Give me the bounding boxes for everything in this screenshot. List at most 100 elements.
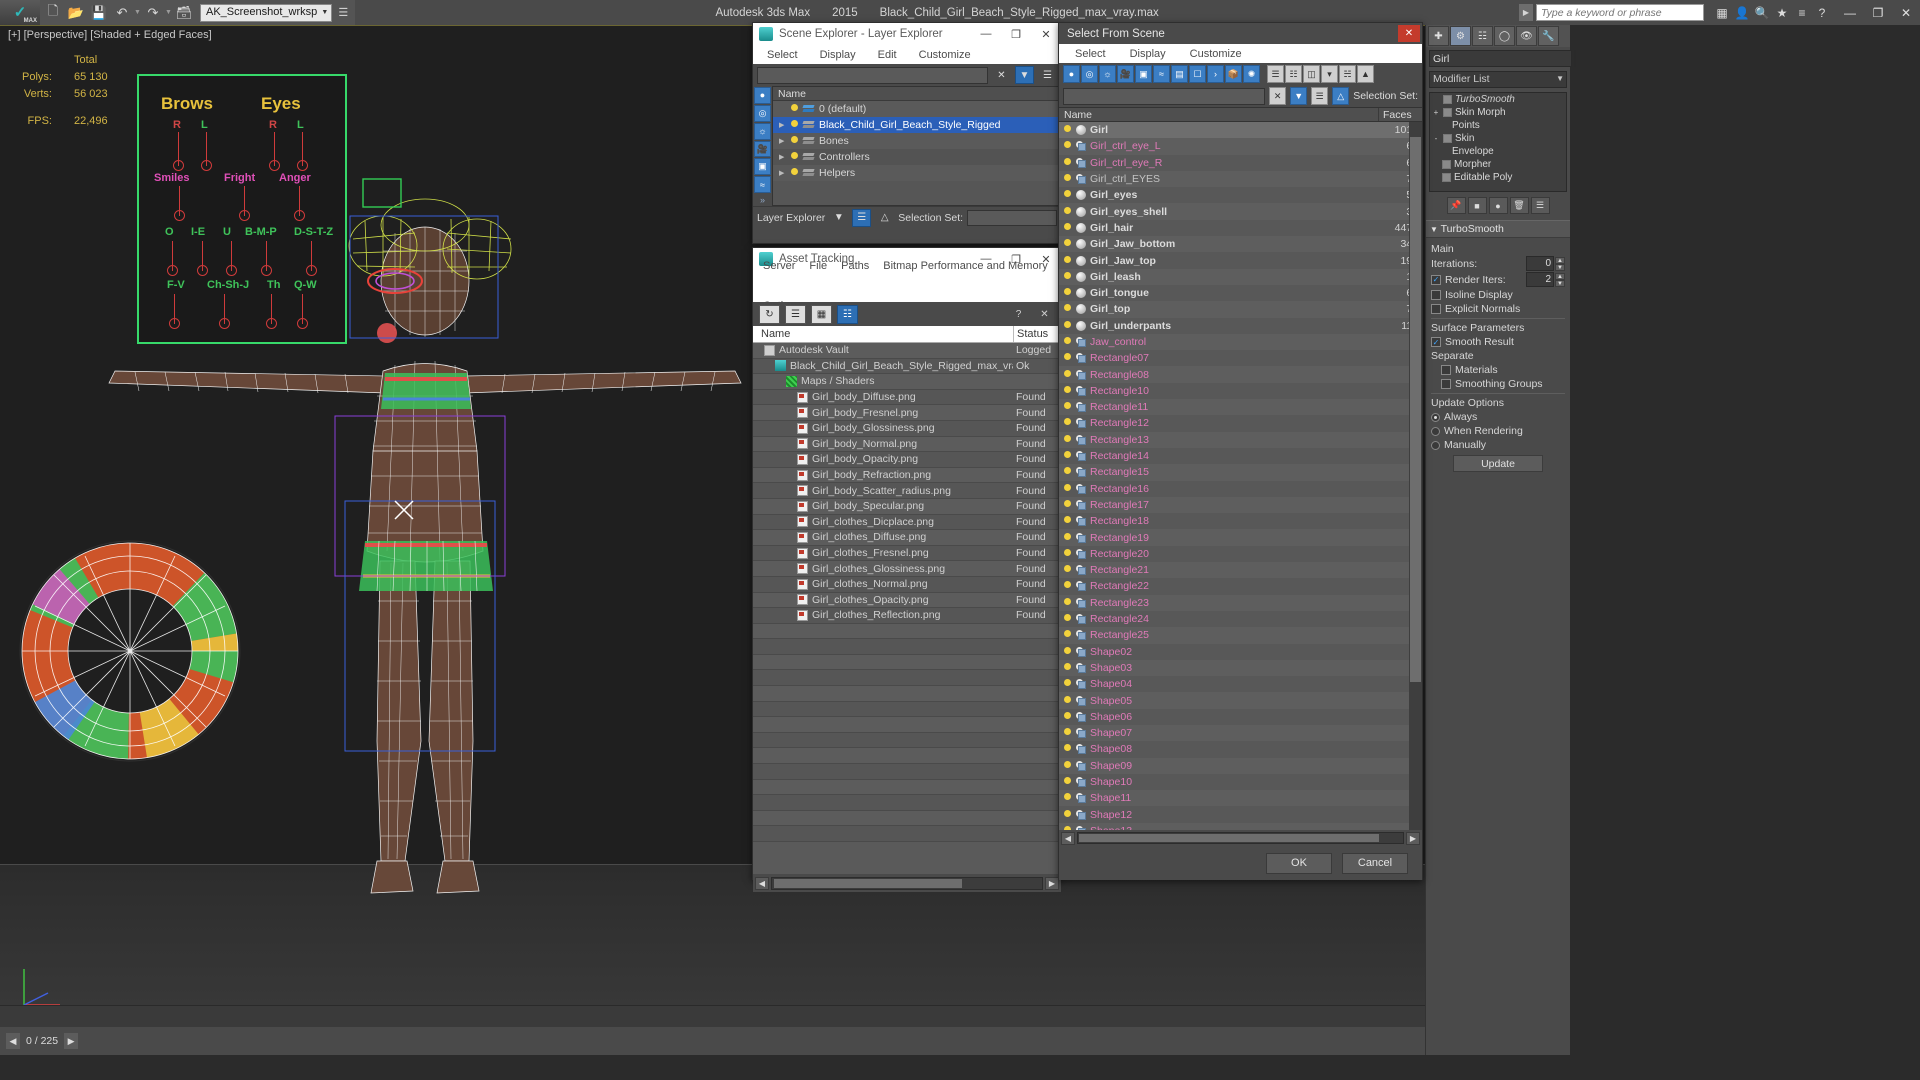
iterations-input[interactable] xyxy=(1526,256,1554,271)
light-bulb-icon[interactable] xyxy=(1063,255,1072,266)
scene-object-row[interactable]: Rectangle22 xyxy=(1059,578,1422,595)
redo-icon[interactable]: ↷ xyxy=(142,2,164,23)
set-project-folder-icon[interactable]: 🗃 xyxy=(173,2,195,23)
modify-tab[interactable]: ⚙ xyxy=(1450,26,1471,46)
light-bulb-icon[interactable] xyxy=(1063,174,1072,184)
render-iters-checkbox[interactable]: ✓ xyxy=(1431,274,1441,285)
vertical-scrollbar[interactable] xyxy=(1409,122,1422,830)
scroll-left-icon[interactable]: ◀ xyxy=(1061,831,1075,845)
scene-object-row[interactable]: Shape05 xyxy=(1059,692,1422,709)
menu-display[interactable]: Display xyxy=(1130,48,1166,60)
light-bulb-icon[interactable] xyxy=(1063,614,1072,624)
materials-checkbox[interactable] xyxy=(1441,365,1451,375)
layer-explorer-tab[interactable]: Layer Explorer xyxy=(757,212,825,224)
quick-access-more-icon[interactable]: ☰ xyxy=(333,2,353,23)
scene-object-row[interactable]: Rectangle18 xyxy=(1059,513,1422,530)
scroll-thumb[interactable] xyxy=(1410,137,1421,682)
asset-row[interactable]: Girl_clothes_Fresnel.png Found xyxy=(753,545,1061,562)
scene-object-row[interactable]: Girl_hair 4478 xyxy=(1059,219,1422,237)
scene-object-row[interactable]: Girl_top71 xyxy=(1059,301,1422,318)
ok-button[interactable]: OK xyxy=(1266,852,1332,874)
expand-icon[interactable]: ▶ xyxy=(779,169,786,177)
scene-object-row[interactable]: Shape11 xyxy=(1059,790,1422,807)
selection-set-field[interactable] xyxy=(967,209,1057,226)
collapse-icon[interactable]: - xyxy=(1432,134,1440,143)
favorites-star-icon[interactable]: ★ xyxy=(1774,5,1790,21)
close-button[interactable]: ✕ xyxy=(1892,0,1920,25)
footer-dropdown-icon[interactable]: ▼ xyxy=(829,209,848,227)
refresh-icon[interactable]: ↻ xyxy=(759,304,780,324)
light-bulb-icon[interactable] xyxy=(1063,337,1072,347)
new-file-icon[interactable]: 🗋 xyxy=(42,2,64,23)
scroll-left-icon[interactable]: ◀ xyxy=(755,876,769,890)
smooth-result-checkbox[interactable]: ✓ xyxy=(1431,337,1441,347)
layer-row-helpers[interactable]: ▶ Helpers xyxy=(773,165,1060,181)
filter-bones-icon[interactable]: › xyxy=(1207,65,1224,83)
motion-tab[interactable]: ◯ xyxy=(1494,26,1515,46)
remove-modifier-icon[interactable]: 🗑 xyxy=(1509,197,1529,214)
materials-row[interactable]: Materials xyxy=(1431,364,1565,376)
layer-row-controllers[interactable]: ▶ Controllers xyxy=(773,149,1060,165)
light-bulb-icon[interactable] xyxy=(1063,402,1072,412)
light-bulb-icon[interactable] xyxy=(1063,565,1072,575)
asset-row[interactable]: Girl_body_Scatter_radius.png Found xyxy=(753,483,1061,499)
filter-cameras-icon[interactable]: 🎥 xyxy=(1117,65,1134,83)
spinner-up-icon[interactable]: ▲ xyxy=(1555,272,1565,280)
filter-shapes-icon[interactable]: ◎ xyxy=(1081,65,1098,83)
save-file-icon[interactable]: 💾 xyxy=(88,2,110,23)
filter-lights-icon[interactable]: ☼ xyxy=(754,122,771,140)
smoothing-groups-checkbox[interactable] xyxy=(1441,379,1451,389)
layer-row-default[interactable]: 0 (default) xyxy=(773,101,1060,117)
scene-object-row[interactable]: Rectangle19 xyxy=(1059,529,1422,546)
filter-geometry-icon[interactable]: ● xyxy=(754,87,771,104)
light-bulb-icon[interactable] xyxy=(1063,597,1072,608)
scene-explorer-titlebar[interactable]: Scene Explorer - Layer Explorer — ❐ ✕ xyxy=(753,23,1061,45)
asset-row[interactable]: Girl_clothes_Normal.png Found xyxy=(753,576,1061,593)
collapse-all-icon[interactable]: ☷ xyxy=(1285,65,1302,83)
scene-object-row[interactable]: Girl_ctrl_eye_L62 xyxy=(1059,138,1422,155)
filter-xrefs-icon[interactable]: ☐ xyxy=(1189,65,1206,83)
scene-object-row[interactable]: Rectangle07 xyxy=(1059,350,1422,367)
search-input[interactable] xyxy=(1536,4,1704,21)
expand-all-icon[interactable]: ☰ xyxy=(1267,65,1284,83)
layers-toggle-icon[interactable]: ☰ xyxy=(852,208,872,227)
display-hierarchy-icon[interactable]: △ xyxy=(1332,87,1350,105)
help-icon[interactable]: ? xyxy=(1814,5,1830,21)
menu-file[interactable]: File xyxy=(809,260,827,272)
close-panel-icon[interactable]: ✕ xyxy=(1034,304,1055,324)
filter-geometry-icon[interactable]: ● xyxy=(1063,65,1080,83)
asset-tracking-window[interactable]: Asset Tracking — ❐ ✕ Server File Paths B… xyxy=(752,247,1062,892)
asset-tracking-list[interactable]: Autodesk Vault Logged Black_Child_Girl_Bea… xyxy=(753,343,1061,874)
layer-row-selected[interactable]: ▶ Black_Child_Girl_Beach_Style_Rigged xyxy=(773,117,1060,133)
viewport-label[interactable]: [+] [Perspective] [Shaded + Edged Faces] xyxy=(8,29,212,41)
maximize-button[interactable]: ❐ xyxy=(1864,0,1892,25)
light-bulb-icon[interactable] xyxy=(1063,288,1072,298)
minimize-button[interactable]: — xyxy=(971,23,1001,45)
configure-modifier-sets-icon[interactable]: ☰ xyxy=(1530,197,1550,214)
explicit-normals-checkbox[interactable] xyxy=(1431,304,1441,314)
help-icon[interactable]: ? xyxy=(1008,304,1029,324)
scene-object-row[interactable]: Girl_underpants112 xyxy=(1059,317,1422,334)
menu-bitmap-performance[interactable]: Bitmap Performance and Memory xyxy=(883,260,1047,272)
scroll-track[interactable] xyxy=(771,876,1043,890)
scroll-track[interactable] xyxy=(1077,832,1404,844)
modifier-stack[interactable]: TurboSmooth + Skin Morph Points - Skin E… xyxy=(1429,92,1567,192)
select-from-scene-horizontal-scrollbar[interactable]: ◀ ▶ xyxy=(1059,830,1422,846)
filter-groups-icon[interactable]: ▤ xyxy=(1171,65,1188,83)
display-tab[interactable]: 👁 xyxy=(1516,26,1537,46)
make-unique-icon[interactable]: ● xyxy=(1488,197,1508,214)
modifier-enable-toggle[interactable] xyxy=(1443,134,1452,143)
hierarchy-toggle-icon[interactable]: △ xyxy=(875,209,894,227)
light-bulb-icon[interactable] xyxy=(790,136,799,146)
menu-edit[interactable]: Edit xyxy=(878,49,897,61)
light-bulb-icon[interactable] xyxy=(1063,467,1072,477)
isoline-display-row[interactable]: Isoline Display xyxy=(1431,289,1565,301)
modifier-list-dropdown[interactable]: Modifier List ▼ xyxy=(1429,71,1567,88)
scene-object-row[interactable]: Shape07 xyxy=(1059,724,1422,742)
scene-object-row[interactable]: Rectangle14 xyxy=(1059,447,1422,465)
filter-spacewarps-icon[interactable]: ≈ xyxy=(1153,65,1170,83)
render-iters-input[interactable] xyxy=(1526,272,1554,287)
scene-object-row[interactable]: Girl_Jaw_bottom342 xyxy=(1059,236,1422,253)
light-bulb-icon[interactable] xyxy=(1063,320,1072,331)
light-bulb-icon[interactable] xyxy=(1063,141,1072,151)
